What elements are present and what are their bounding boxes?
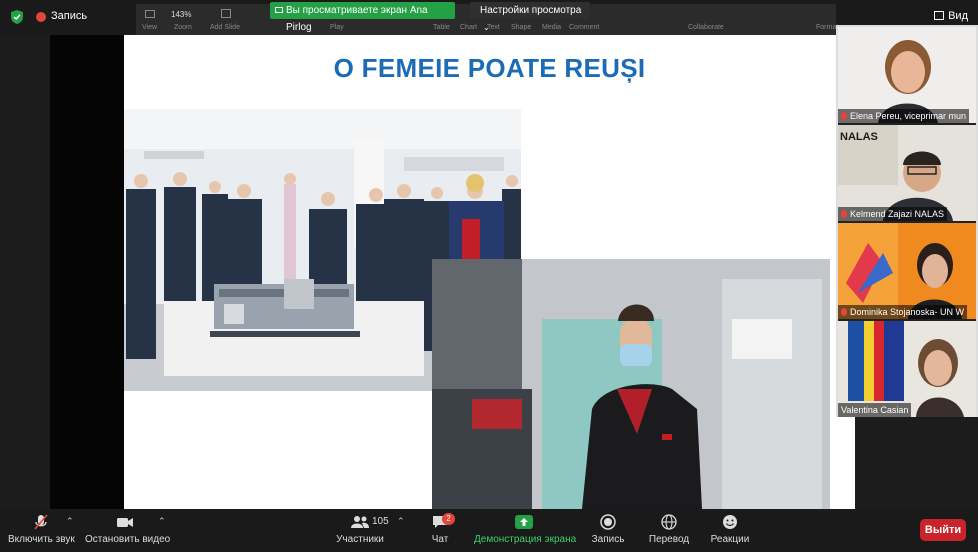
student-photo-illustration	[432, 259, 830, 509]
smiley-icon	[723, 515, 737, 529]
muted-mic-icon	[841, 308, 847, 316]
ribbon-label-shape: Shape	[511, 24, 532, 31]
video-camera-icon	[117, 518, 133, 527]
participant-name: Valentina Casian	[838, 403, 912, 417]
video-options-caret[interactable]: ⌃	[158, 516, 166, 527]
participants-strip: Elena Pereu, viceprimar mun NALAS Kelmen…	[836, 25, 978, 417]
unmute-label: Включить звук	[8, 534, 75, 545]
ribbon-label-view: View	[142, 24, 158, 31]
chat-label: Чат	[431, 534, 449, 545]
participant-tile[interactable]: Elena Pereu, viceprimar mun	[838, 27, 976, 123]
participant-tile[interactable]: Dominika Stojanoska- UN W	[838, 223, 976, 319]
participants-label: Участники	[336, 534, 384, 545]
recording-icon	[36, 12, 46, 22]
shield-icon[interactable]	[11, 10, 23, 24]
participant-name: Elena Pereu, viceprimar mun	[838, 109, 970, 123]
participants-icon	[351, 516, 369, 528]
participant-name: Kelmend Zajazi NALAS	[838, 207, 948, 221]
ribbon-label-add-slide: Add Slide	[210, 24, 240, 31]
participants-count: 105	[372, 516, 389, 527]
screen-share-margin	[50, 35, 124, 509]
muted-mic-icon	[841, 112, 847, 120]
ribbon-label-table: Table	[433, 24, 450, 31]
audio-options-caret[interactable]: ⌃	[66, 516, 74, 527]
ribbon-label-media: Media	[542, 24, 562, 31]
nalas-logo: NALAS	[840, 131, 878, 143]
leave-button[interactable]: Выйти	[920, 519, 966, 541]
sharing-banner: Вы просматриваете экран Ana Pirlog	[270, 2, 455, 33]
unmute-button[interactable]: Включить звук	[8, 514, 75, 545]
monitor-icon	[275, 7, 283, 13]
participant-tile[interactable]: Valentina Casian	[838, 321, 976, 417]
globe-icon	[661, 514, 677, 530]
reactions-button[interactable]: Реакции	[708, 514, 752, 545]
participant-name-text: Dominika Stojanoska- UN W	[850, 307, 965, 317]
view-options-label: Настройки просмотра	[480, 5, 582, 16]
record-label: Запись	[591, 534, 625, 545]
participant-name-text: Elena Pereu, viceprimar mun	[850, 111, 967, 121]
meeting-toolbar: Включить звук ⌃ Остановить видео ⌃ Участ…	[0, 509, 978, 552]
recording-label[interactable]: Запись	[51, 10, 87, 22]
record-icon	[600, 514, 616, 530]
ribbon-label-play: Play	[330, 24, 344, 31]
share-screen-button[interactable]: Демонстрация экрана	[474, 514, 577, 545]
view-button[interactable]: Вид	[934, 10, 968, 22]
slide-title: O FEMEIE POATE REUȘI	[333, 53, 646, 83]
participant-name-text: Kelmend Zajazi NALAS	[850, 209, 945, 219]
ribbon-label-comment: Comment	[569, 24, 600, 31]
participant-tile[interactable]: NALAS Kelmend Zajazi NALAS	[838, 125, 976, 221]
ribbon-label-chart: Chart	[460, 24, 478, 31]
muted-mic-icon	[841, 210, 847, 218]
participant-name-text: Valentina Casian	[841, 405, 909, 415]
add-slide-icon	[221, 9, 231, 18]
view-options-dropdown[interactable]: Настройки просмотра ⌄	[470, 2, 590, 32]
muted-mic-icon	[34, 514, 48, 530]
sidebar-toggle-icon	[145, 10, 155, 18]
view-label: Вид	[948, 10, 968, 22]
student-photo-image	[432, 259, 830, 509]
grid-icon	[934, 11, 945, 20]
ribbon-label-collaborate: Collaborate	[688, 24, 724, 31]
chevron-down-icon: ⌄	[483, 23, 490, 32]
participants-options-caret[interactable]: ⌃	[397, 516, 405, 527]
ribbon-label-zoom: Zoom	[174, 24, 192, 31]
zoom-window: Запись Вид 143% View Zoom Add Slide Play…	[0, 0, 978, 552]
stop-video-button[interactable]: Остановить видео	[85, 514, 171, 545]
chat-unread-badge: 2	[442, 513, 455, 525]
record-button[interactable]: Запись	[590, 514, 626, 545]
share-screen-icon	[515, 515, 533, 529]
participant-name: Dominika Stojanoska- UN W	[838, 305, 968, 319]
reactions-label: Реакции	[710, 534, 750, 545]
stop-video-label: Остановить видео	[85, 534, 171, 545]
translate-label: Перевод	[648, 534, 690, 545]
translate-button[interactable]: Перевод	[646, 514, 692, 545]
share-screen-label: Демонстрация экрана	[474, 534, 577, 545]
zoom-value: 143%	[171, 10, 192, 19]
ribbon-label-format: Format	[816, 24, 839, 31]
shared-slide: O FEMEIE POATE REUȘI	[124, 35, 855, 509]
